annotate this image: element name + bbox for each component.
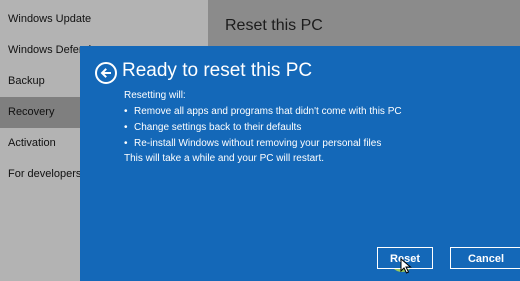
back-button[interactable] [95, 62, 117, 84]
bullet-icon: • [124, 106, 128, 117]
reset-effects-list: • Remove all apps and programs that didn'… [124, 104, 402, 152]
restart-note: This will take a while and your PC will … [124, 153, 325, 164]
sidebar-item-windows-update[interactable]: Windows Update [0, 4, 208, 35]
page-title: Reset this PC [225, 17, 323, 34]
mouse-pointer-icon [400, 258, 412, 274]
reset-dialog: Ready to reset this PC Resetting will: •… [80, 46, 520, 281]
list-item: • Change settings back to their defaults [124, 120, 402, 136]
list-item: • Remove all apps and programs that didn'… [124, 104, 402, 120]
list-item: • Re-install Windows without removing you… [124, 136, 402, 152]
list-item-text: Remove all apps and programs that didn't… [134, 106, 402, 117]
list-item-text: Re-install Windows without removing your… [134, 138, 382, 149]
bullet-icon: • [124, 138, 128, 149]
back-arrow-icon [100, 68, 111, 78]
bullet-icon: • [124, 122, 128, 133]
list-item-text: Change settings back to their defaults [134, 122, 302, 133]
dialog-intro: Resetting will: [124, 90, 186, 101]
settings-window: Windows Update Windows Defender Backup R… [0, 0, 520, 281]
cancel-button[interactable]: Cancel [450, 247, 520, 269]
dialog-title: Ready to reset this PC [122, 60, 313, 81]
